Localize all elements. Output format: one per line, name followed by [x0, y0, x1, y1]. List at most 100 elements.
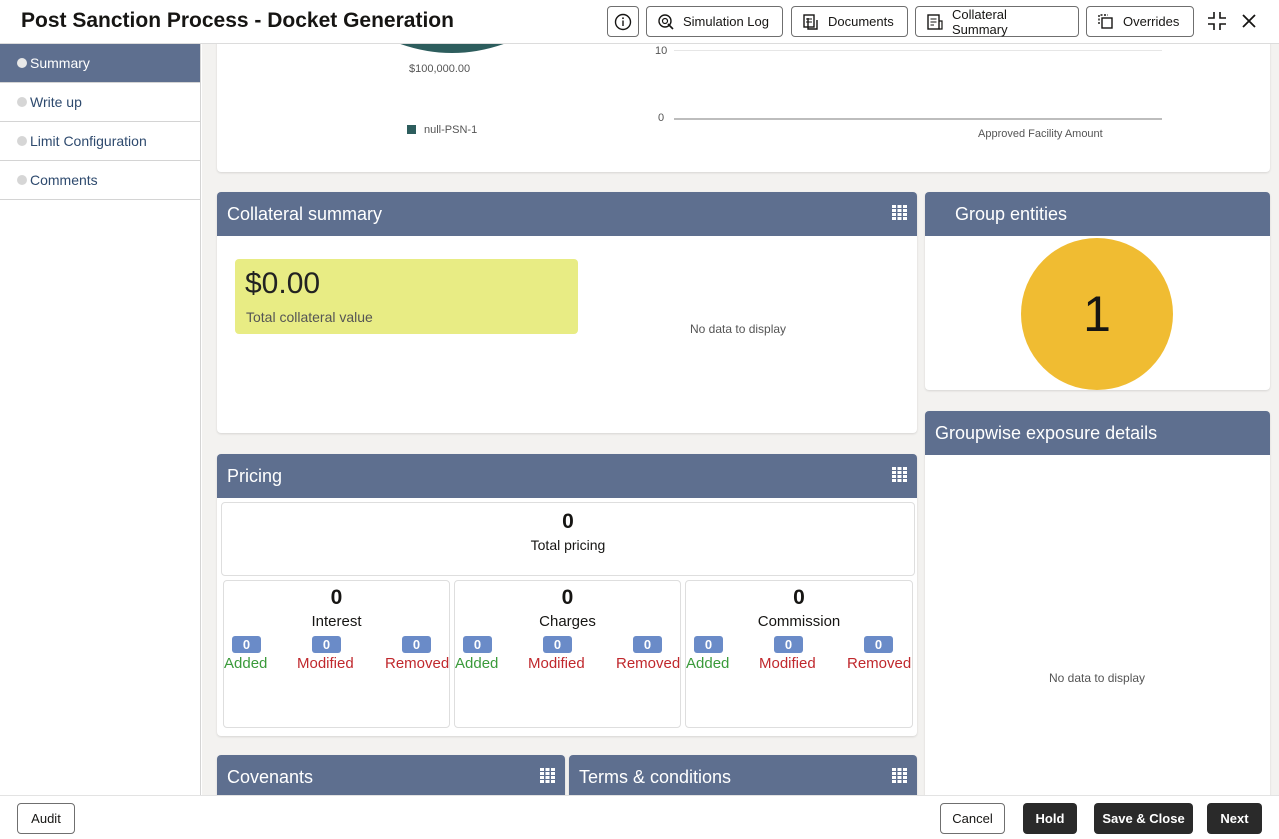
grid-view-icon[interactable] — [540, 768, 555, 783]
x-axis-line — [674, 118, 1162, 120]
gridline — [674, 50, 1162, 51]
panel-title: Groupwise exposure details — [935, 422, 1158, 443]
sidebar-item-label: Summary — [30, 55, 90, 71]
modified-label: Modified — [528, 655, 585, 672]
total-pricing-card: 0 Total pricing — [221, 502, 915, 576]
group-count-circle[interactable]: 1 — [1021, 238, 1173, 390]
documents-button[interactable]: Documents — [791, 6, 908, 37]
collateral-value: $0.00 — [245, 267, 321, 300]
modified-count-badge: 0 — [774, 636, 803, 653]
legend-swatch — [407, 125, 416, 134]
removed-label: Removed — [616, 655, 681, 672]
cancel-button[interactable]: Cancel — [940, 803, 1005, 834]
panel-title: Collateral summary — [227, 203, 383, 224]
added-count-badge: 0 — [232, 636, 261, 653]
overrides-icon — [1098, 13, 1113, 29]
grid-view-icon[interactable] — [892, 768, 907, 783]
simulation-log-label: Simulation Log — [683, 14, 769, 29]
pricing-count: 0 — [561, 586, 574, 609]
pricing-label: Interest — [311, 613, 362, 630]
collapse-icon[interactable] — [1206, 10, 1228, 32]
pricing-commission-card: 0 Commission 0 0 0 Added Modified Remove… — [685, 580, 913, 728]
facility-charts-panel: $100,000.00 null-PSN-1 10 0 Approved Fac… — [217, 44, 1270, 172]
legend-label: null-PSN-1 — [424, 124, 478, 136]
panel-header: Covenants — [217, 755, 565, 795]
groupwise-exposure-panel: Groupwise exposure details No data to di… — [925, 411, 1270, 795]
modified-label: Modified — [759, 655, 816, 672]
pricing-label: Commission — [757, 613, 841, 630]
y-tick-label: 10 — [655, 45, 668, 57]
grid-view-icon[interactable] — [892, 205, 907, 220]
close-icon[interactable] — [1240, 12, 1258, 30]
panel-header: Pricing — [217, 454, 917, 498]
modified-count-badge: 0 — [543, 636, 572, 653]
panel-title: Terms & conditions — [579, 766, 732, 787]
overrides-button[interactable]: Overrides — [1086, 6, 1194, 37]
collateral-value-label: Total collateral value — [246, 309, 373, 325]
collateral-summary-icon — [927, 13, 943, 30]
save-close-button[interactable]: Save & Close — [1094, 803, 1193, 834]
total-pricing-value: 0 — [562, 510, 574, 533]
x-axis-label: Approved Facility Amount — [978, 128, 1103, 140]
step-dot-icon — [17, 136, 27, 146]
sidebar-item-label: Write up — [30, 94, 82, 110]
sidebar-item-label: Limit Configuration — [30, 133, 147, 149]
documents-icon — [803, 13, 818, 30]
group-count: 1 — [1083, 286, 1111, 342]
no-data-message: No data to display — [1049, 671, 1146, 685]
hold-button[interactable]: Hold — [1023, 803, 1077, 834]
modified-count-badge: 0 — [312, 636, 341, 653]
next-button[interactable]: Next — [1207, 803, 1262, 834]
sidebar-item-comments[interactable]: Comments — [0, 161, 200, 200]
modified-label: Modified — [297, 655, 354, 672]
sidebar-item-label: Comments — [30, 172, 98, 188]
pricing-interest-card: 0 Interest 0 0 0 Added Modified Removed — [223, 580, 450, 728]
collateral-summary-panel: Collateral summary $0.00 Total collatera… — [217, 192, 917, 433]
sidebar-item-write-up[interactable]: Write up — [0, 83, 200, 122]
info-button[interactable] — [607, 6, 639, 37]
pie-slice — [400, 44, 504, 53]
simulation-log-icon — [658, 13, 674, 30]
sidebar-item-summary[interactable]: Summary — [0, 44, 200, 83]
pie-chart — [400, 44, 504, 53]
added-label: Added — [686, 655, 730, 672]
pie-value-label: $100,000.00 — [409, 63, 471, 75]
collateral-value-card: $0.00 Total collateral value — [235, 259, 578, 334]
panel-header: Collateral summary — [217, 192, 917, 236]
panel-title: Group entities — [955, 203, 1068, 224]
added-count-badge: 0 — [694, 636, 723, 653]
step-dot-icon — [17, 175, 27, 185]
collateral-summary-button[interactable]: Collateral Summary — [915, 6, 1079, 37]
panel-title: Covenants — [227, 766, 314, 787]
simulation-log-button[interactable]: Simulation Log — [646, 6, 783, 37]
covenants-panel: Covenants — [217, 755, 565, 795]
pricing-count: 0 — [793, 586, 805, 609]
pricing-label: Charges — [539, 613, 596, 630]
no-data-message: No data to display — [690, 322, 787, 336]
info-icon — [614, 13, 632, 30]
page-title: Post Sanction Process - Docket Generatio… — [21, 9, 454, 32]
collateral-summary-label: Collateral Summary — [952, 6, 1008, 37]
main-content: $100,000.00 null-PSN-1 10 0 Approved Fac… — [202, 44, 1279, 795]
added-label: Added — [224, 655, 268, 672]
removed-count-badge: 0 — [402, 636, 431, 653]
audit-button[interactable]: Audit — [17, 803, 75, 834]
added-label: Added — [455, 655, 499, 672]
panel-title: Pricing — [227, 465, 283, 486]
documents-label: Documents — [828, 14, 894, 29]
terms-conditions-panel: Terms & conditions — [569, 755, 917, 795]
pricing-count: 0 — [330, 586, 343, 609]
removed-label: Removed — [385, 655, 450, 672]
sidebar-item-limit-configuration[interactable]: Limit Configuration — [0, 122, 200, 161]
footer-bar: Audit Cancel Hold Save & Close Next — [0, 795, 1279, 839]
panel-header: Groupwise exposure details — [925, 411, 1270, 455]
sidebar: Summary Write up Limit Configuration Com… — [0, 44, 201, 795]
panel-header: Terms & conditions — [569, 755, 917, 795]
pricing-charges-card: 0 Charges 0 0 0 Added Modified Removed — [454, 580, 681, 728]
panel-header: Group entities — [925, 192, 1270, 236]
step-dot-icon — [17, 97, 27, 107]
removed-count-badge: 0 — [633, 636, 662, 653]
removed-label: Removed — [847, 655, 912, 672]
grid-view-icon[interactable] — [892, 467, 907, 482]
removed-count-badge: 0 — [864, 636, 893, 653]
